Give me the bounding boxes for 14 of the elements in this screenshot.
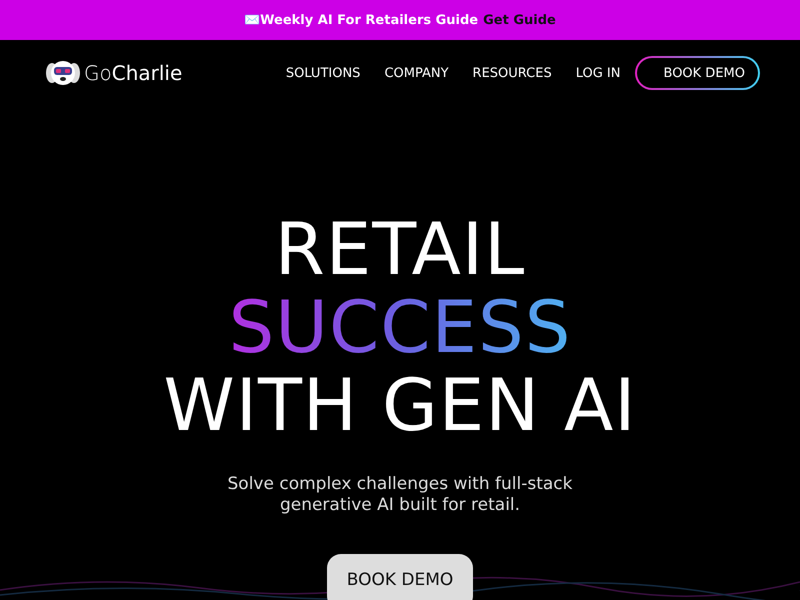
headline-line: WITH GEN AI: [164, 366, 636, 444]
hero-subtitle: Solve complex challenges with full-stack generative AI built for retail.: [226, 474, 574, 516]
nav-link[interactable]: LOG IN: [576, 66, 620, 80]
get-guide-link[interactable]: Get Guide: [483, 12, 556, 28]
headline-line: RETAIL: [274, 210, 526, 288]
book-demo-button[interactable]: BOOK DEMO: [634, 56, 760, 90]
dog-logo-icon: [45, 59, 81, 87]
banner-text: Weekly AI For Retailers Guide: [260, 12, 478, 28]
nav-link[interactable]: COMPANY: [384, 66, 449, 80]
logo-text[interactable]: GoCharlie: [84, 61, 182, 85]
envelope-icon: ✉: [244, 12, 260, 28]
book-demo-button[interactable]: BOOK DEMO: [326, 554, 474, 600]
nav-link[interactable]: RESOURCES: [472, 66, 552, 80]
nav-link[interactable]: SOLUTIONS: [286, 66, 360, 80]
